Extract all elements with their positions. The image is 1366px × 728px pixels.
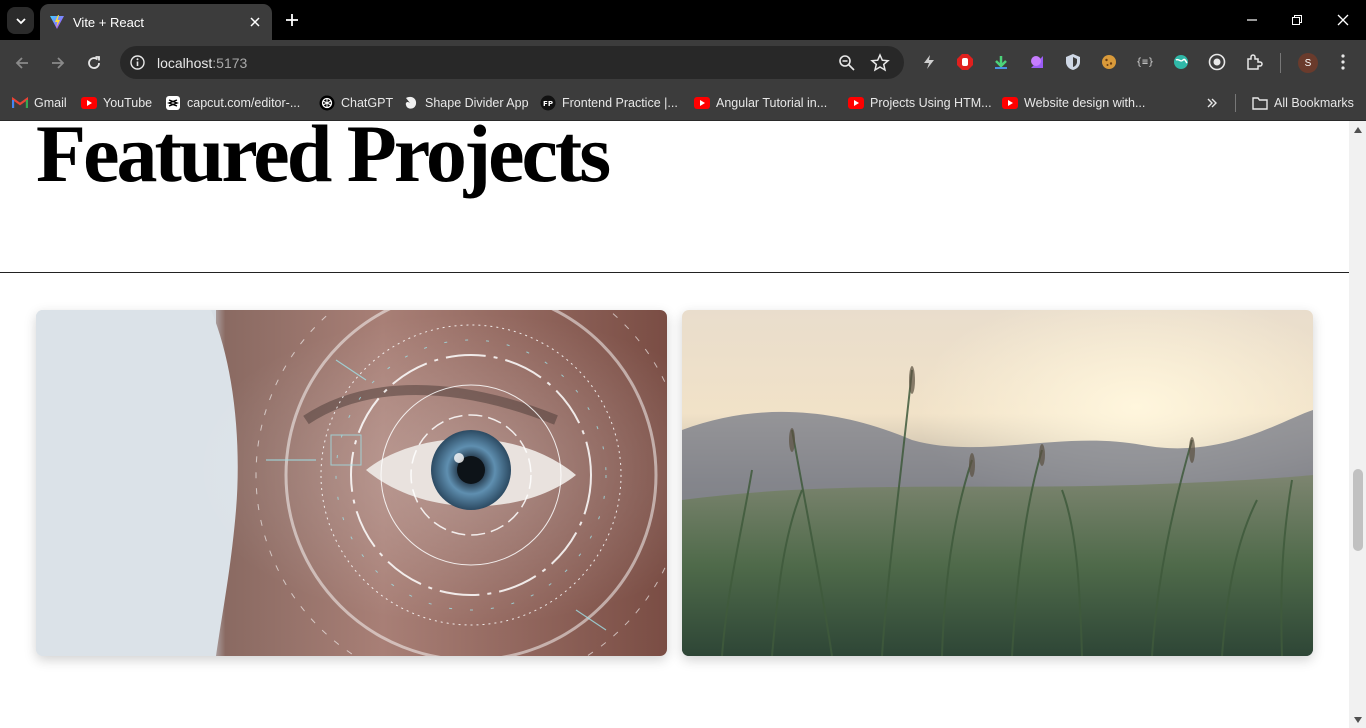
url-port: :5173 (212, 55, 248, 71)
project-card-grass[interactable] (682, 310, 1313, 656)
gmail-icon (12, 95, 28, 111)
bookmark-angular-tutorial[interactable]: Angular Tutorial in... (694, 93, 827, 113)
folder-icon (1252, 95, 1268, 111)
reload-button[interactable] (81, 50, 107, 76)
download-extension-icon[interactable] (991, 52, 1011, 72)
triangle-down-icon (1353, 716, 1362, 723)
kebab-menu-icon (1341, 54, 1345, 70)
tab-active[interactable]: Vite + React (40, 4, 272, 40)
double-chevron-right-icon (1207, 98, 1217, 108)
new-tab-button[interactable] (281, 9, 303, 31)
bookmark-label: ChatGPT (341, 96, 394, 110)
bookmark-label: Projects Using HTM... (870, 96, 992, 110)
cookie-extension-icon[interactable] (1099, 52, 1119, 72)
restore-button[interactable] (1285, 8, 1309, 32)
chevron-down-icon (15, 17, 26, 24)
svg-text:FP: FP (543, 100, 553, 108)
bookmarks-bar: Gmail YouTube capcut.com/editor-... Chat… (0, 85, 1366, 121)
json-extension-icon[interactable]: {≡} (1135, 52, 1155, 72)
project-image-eye (36, 310, 667, 656)
bookmark-label: Frontend Practice |... (562, 96, 678, 110)
shield-extension-icon[interactable] (1063, 52, 1083, 72)
bookmark-projects-using-html[interactable]: Projects Using HTM... (848, 93, 992, 113)
lightning-extension-icon[interactable] (919, 52, 939, 72)
section-divider (0, 272, 1349, 273)
bookmark-label: Website design with... (1024, 96, 1146, 110)
menu-button[interactable] (1333, 52, 1353, 72)
scroll-down-button[interactable] (1349, 711, 1366, 728)
url-host: localhost (157, 55, 213, 71)
bookmark-frontend-practice[interactable]: FP Frontend Practice |... (540, 93, 678, 113)
site-info-icon[interactable] (129, 54, 146, 71)
page-scrollbar[interactable] (1349, 121, 1366, 728)
bookmark-label: YouTube (103, 96, 153, 110)
bookmarks-divider (1235, 94, 1236, 112)
bookmark-label: Gmail (34, 96, 67, 110)
globe-extension-icon[interactable] (1171, 52, 1191, 72)
youtube-icon (81, 95, 97, 111)
chatgpt-icon (319, 95, 335, 111)
tab-strip: Vite + React (0, 0, 1366, 40)
capcut-icon (165, 95, 181, 111)
arrow-left-icon (15, 57, 28, 69)
project-image-grass (682, 310, 1313, 656)
bookmark-capcut[interactable]: capcut.com/editor-... (165, 93, 300, 113)
bookmark-label: capcut.com/editor-... (187, 96, 301, 110)
page-viewport: Featured Projects (0, 121, 1366, 728)
fp-icon: FP (540, 95, 556, 111)
restore-icon (1292, 15, 1302, 25)
bookmarks-overflow-button[interactable] (1203, 93, 1221, 113)
all-bookmarks-button[interactable]: All Bookmarks (1252, 93, 1354, 113)
shape-divider-icon (403, 95, 419, 111)
toolbar-divider (1280, 53, 1281, 73)
color-extension-icon[interactable] (1027, 52, 1047, 72)
bookmark-label: Angular Tutorial in... (716, 96, 828, 110)
minimize-button[interactable] (1240, 8, 1264, 32)
url-text[interactable]: localhost:5173 (157, 55, 247, 71)
arrow-right-icon (52, 57, 65, 69)
tab-close-button[interactable] (246, 13, 264, 31)
record-extension-icon[interactable] (1207, 52, 1227, 72)
close-window-button[interactable] (1331, 8, 1355, 32)
close-icon (250, 17, 260, 27)
triangle-up-icon (1353, 126, 1362, 133)
bookmark-website-design[interactable]: Website design with... (1002, 93, 1145, 113)
all-bookmarks-label: All Bookmarks (1274, 96, 1354, 110)
tab-title: Vite + React (73, 14, 144, 30)
zoom-icon[interactable] (837, 53, 857, 73)
back-button[interactable] (9, 50, 35, 76)
bookmark-star-icon[interactable] (870, 53, 890, 73)
tab-search-button[interactable] (7, 7, 34, 34)
bookmark-chatgpt[interactable]: ChatGPT (319, 93, 393, 113)
profile-avatar[interactable]: S (1298, 53, 1318, 73)
scrollbar-thumb[interactable] (1353, 469, 1363, 551)
close-icon (1337, 14, 1349, 26)
avatar-initial: S (1304, 57, 1312, 69)
reload-icon (88, 56, 100, 69)
page-title: Featured Projects (36, 121, 611, 199)
youtube-icon (1002, 95, 1018, 111)
scroll-up-button[interactable] (1349, 121, 1366, 138)
adblock-extension-icon[interactable] (955, 52, 975, 72)
minimize-icon (1247, 19, 1257, 21)
extensions-puzzle-icon[interactable] (1244, 52, 1264, 72)
bookmark-gmail[interactable]: Gmail (12, 93, 67, 113)
bookmark-shape-divider[interactable]: Shape Divider App (403, 93, 529, 113)
youtube-icon (848, 95, 864, 111)
forward-button[interactable] (45, 50, 71, 76)
project-card-eye[interactable] (36, 310, 667, 656)
bookmark-youtube[interactable]: YouTube (81, 93, 152, 113)
plus-icon (286, 14, 298, 26)
address-bar[interactable]: localhost:5173 (120, 46, 904, 79)
browser-toolbar: localhost:5173 {≡} S (0, 40, 1366, 85)
bookmark-label: Shape Divider App (425, 96, 529, 110)
vite-icon (50, 15, 64, 29)
youtube-icon (694, 95, 710, 111)
